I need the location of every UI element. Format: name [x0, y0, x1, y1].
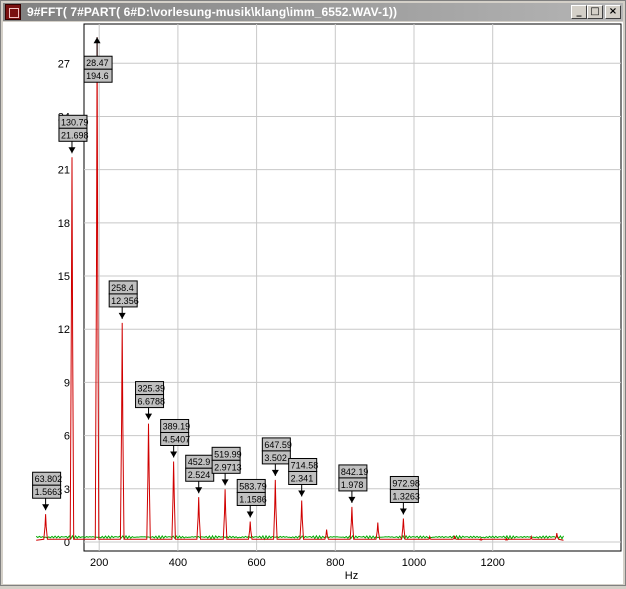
- peak-label-y: 194.6: [86, 71, 109, 81]
- y-tick-label: 18: [58, 218, 70, 230]
- window-title: 9#FFT( 7#PART( 6#D:\vorlesung-musik\klan…: [27, 5, 398, 19]
- title-bar[interactable]: 9#FFT( 7#PART( 6#D:\vorlesung-musik\klan…: [3, 3, 623, 21]
- y-tick-label: 15: [58, 271, 70, 283]
- peak-label-x: 130.79: [61, 117, 89, 127]
- chart-area: 200400600800100012000369121518212427Hz63…: [3, 22, 623, 584]
- peak-label-y: 1.3263: [392, 491, 420, 501]
- peak-label-y: 6.6788: [138, 397, 166, 407]
- x-tick-label: 200: [90, 557, 108, 569]
- peak-label-y: 3.502: [264, 453, 287, 463]
- spectrum-chart: 200400600800100012000369121518212427Hz63…: [32, 23, 622, 582]
- x-tick-label: 1000: [402, 557, 426, 569]
- peak-label-x: 63.802: [35, 474, 63, 484]
- peak-label-y: 21.698: [61, 130, 89, 140]
- peak-label-x: 842.19: [341, 467, 369, 477]
- peak-label-x: 325.39: [138, 384, 166, 394]
- y-tick-label: 6: [64, 431, 70, 443]
- x-tick-label: 800: [326, 557, 344, 569]
- close-button[interactable]: ×: [605, 5, 621, 19]
- peak-label-y: 2.341: [291, 473, 314, 483]
- peak-label-x: 714.58: [291, 460, 319, 470]
- peak-label-x: 583.79: [239, 481, 267, 491]
- x-tick-label: 600: [247, 557, 265, 569]
- peak-label-x: 452.9: [188, 457, 211, 467]
- y-tick-label: 27: [58, 58, 70, 70]
- x-axis-label: Hz: [345, 570, 358, 582]
- peak-arrow-head-icon: [68, 147, 76, 154]
- peak-label-x: 389.19: [163, 421, 191, 431]
- peak-label-x: 647.59: [264, 440, 292, 450]
- peak-label-y: 12.356: [111, 296, 139, 306]
- maximize-button[interactable]: □: [587, 5, 603, 19]
- x-tick-label: 1200: [480, 557, 504, 569]
- peak-label-x: 972.98: [392, 478, 420, 488]
- y-tick-label: 12: [58, 324, 70, 336]
- peak-label-x: 28.47: [86, 58, 109, 68]
- waveform-app-icon[interactable]: [5, 4, 21, 20]
- y-tick-label: 21: [58, 165, 70, 177]
- y-tick-label: 9: [64, 377, 70, 389]
- fft-window: 9#FFT( 7#PART( 6#D:\vorlesung-musik\klan…: [0, 0, 626, 586]
- x-tick-label: 400: [169, 557, 187, 569]
- peak-arrow-head-icon: [42, 504, 50, 511]
- peak-label-y: 1.5663: [35, 487, 63, 497]
- peak-label-y: 1.1586: [239, 494, 267, 504]
- peak-label-y: 1.978: [341, 480, 364, 490]
- peak-label-y: 4.5407: [163, 434, 191, 444]
- minimize-button[interactable]: _: [571, 5, 587, 19]
- peak-label-x: 258.4: [111, 283, 134, 293]
- peak-label-y: 2.9713: [214, 462, 242, 472]
- y-tick-label: 3: [64, 484, 70, 496]
- peak-label-x: 519.99: [214, 449, 242, 459]
- peak-label-y: 2.524: [188, 470, 211, 480]
